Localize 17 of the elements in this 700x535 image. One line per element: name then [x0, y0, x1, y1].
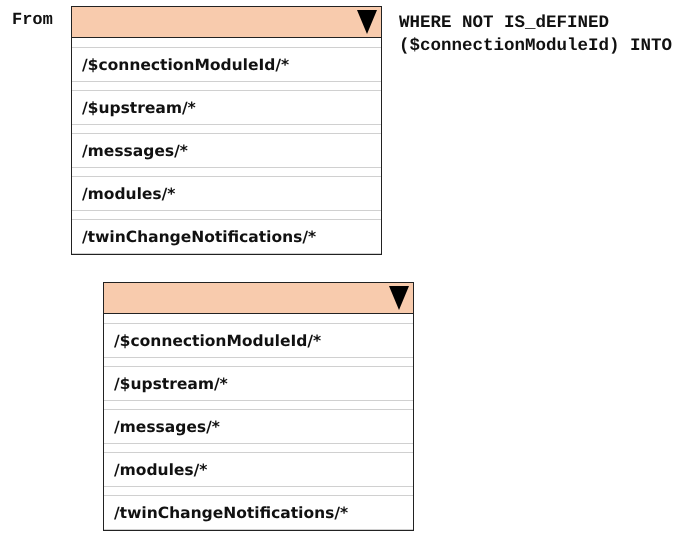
- dropdown-option[interactable]: /messages/*: [104, 410, 413, 444]
- dropdown-option[interactable]: /messages/*: [72, 134, 381, 168]
- dropdown-option[interactable]: /twinChangeNotifications/*: [72, 220, 381, 254]
- dropdown-option[interactable]: /modules/*: [72, 177, 381, 211]
- from-label: From: [12, 11, 54, 31]
- dropdown-option[interactable]: /twinChangeNotifications/*: [104, 496, 413, 530]
- dropdown-header[interactable]: [72, 7, 381, 38]
- caret-icon: [357, 10, 377, 34]
- clause-text: ($connectionModuleId) INTO: [399, 35, 672, 58]
- dropdown-option[interactable]: /$connectionModuleId/*: [104, 324, 413, 358]
- caret-icon: [389, 286, 409, 310]
- dropdown-option[interactable]: /$upstream/*: [104, 367, 413, 401]
- dropdown-option[interactable]: /$upstream/*: [72, 91, 381, 125]
- dropdown-header[interactable]: [104, 283, 413, 314]
- dropdown-option[interactable]: /$connectionModuleId/*: [72, 48, 381, 82]
- clause-text: WHERE NOT IS_dEFINED: [399, 12, 610, 35]
- dropdown-option[interactable]: /modules/*: [104, 453, 413, 487]
